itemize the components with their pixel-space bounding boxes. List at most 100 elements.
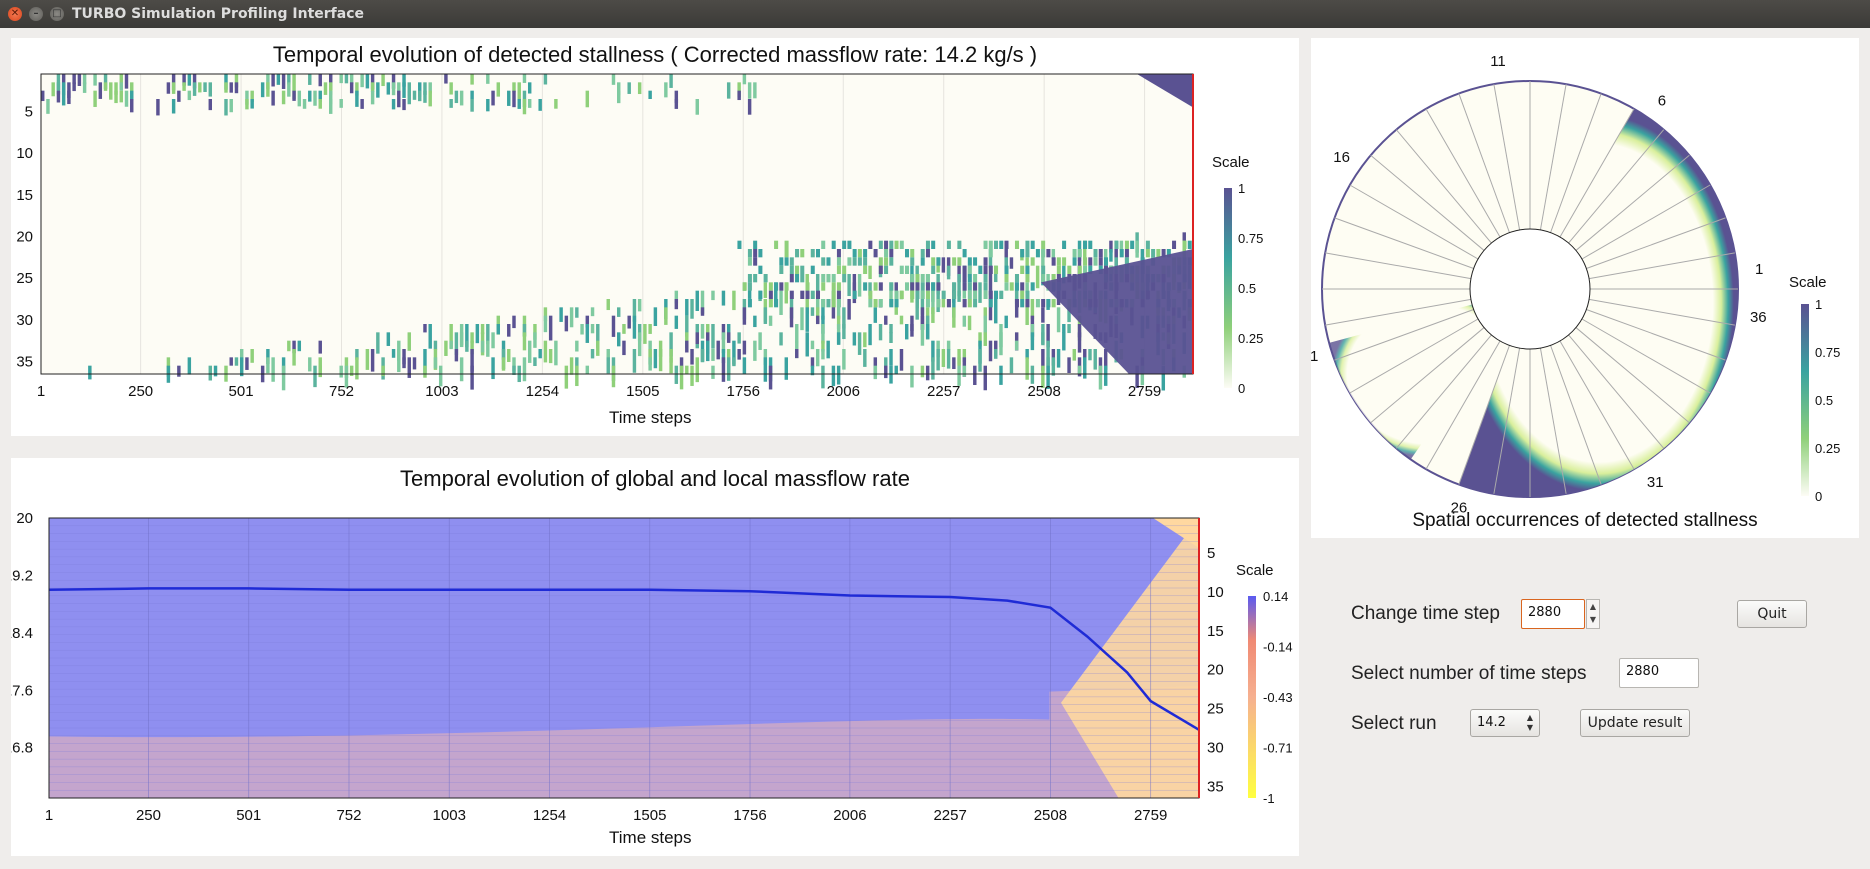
stall-cell <box>88 365 92 380</box>
massflow-x-axis-label: Time steps <box>609 828 692 847</box>
stall-cell <box>857 249 862 258</box>
stall-cell <box>1004 257 1008 266</box>
stall-cell <box>538 349 542 359</box>
stall-cell <box>491 90 495 106</box>
massflow-scale-tick: 0.14 <box>1263 589 1288 604</box>
stall-cell <box>1041 299 1046 308</box>
stall-cell <box>711 290 715 301</box>
num-time-steps-input[interactable]: 2880 <box>1619 658 1699 688</box>
stall-cell <box>355 90 359 107</box>
stall-cell <box>962 315 967 327</box>
stall-x-tick: 1254 <box>526 383 559 400</box>
stall-cell <box>281 90 286 105</box>
stall-cell <box>292 74 296 83</box>
stall-cell <box>187 74 192 86</box>
massflow-x-tick: 2508 <box>1034 807 1067 824</box>
stall-cell <box>878 265 883 274</box>
stall-cell <box>925 282 930 291</box>
stall-cell <box>648 90 652 100</box>
update-result-button[interactable]: Update result <box>1580 709 1690 737</box>
stall-cell <box>925 290 930 299</box>
stall-cell <box>580 324 584 335</box>
stall-cell <box>973 257 978 266</box>
stall-cell <box>491 357 495 380</box>
stall-cell <box>496 324 501 335</box>
minimize-window-button[interactable]: – <box>29 7 43 21</box>
stall-cell <box>1020 282 1025 291</box>
stall-cell <box>527 340 532 363</box>
spatial-chart-panel: 1611162126313610.750.50.250 Spatial occu… <box>1311 38 1859 538</box>
stall-cell <box>1067 265 1072 274</box>
stall-cell <box>983 240 988 249</box>
massflow-x-tick: 1254 <box>533 807 566 824</box>
stall-cell <box>224 82 228 93</box>
stall-cell <box>978 265 983 274</box>
stall-cell <box>962 274 967 283</box>
stall-cell <box>637 332 642 357</box>
time-step-spinner[interactable]: ▲ ▼ <box>1586 599 1600 629</box>
stall-cell <box>915 274 920 283</box>
stall-cell <box>753 257 758 266</box>
stall-cell <box>831 274 836 283</box>
run-select[interactable]: 14.2 ▲ ▼ <box>1470 709 1540 737</box>
stall-cell <box>318 365 322 377</box>
stall-cell <box>1014 282 1019 291</box>
stall-cell <box>842 349 846 370</box>
stall-cell <box>491 332 495 349</box>
spatial-scale-title: Scale <box>1789 274 1827 291</box>
stall-cell <box>690 349 694 365</box>
stall-cell <box>737 349 741 360</box>
stall-cell <box>449 340 453 350</box>
stall-cell <box>1124 240 1129 249</box>
stall-cell <box>318 74 322 87</box>
stall-cell <box>454 349 459 362</box>
stall-cell <box>423 324 427 333</box>
stall-cell <box>1009 257 1014 269</box>
stall-cell <box>952 282 957 291</box>
close-window-button[interactable]: ✕ <box>8 7 22 21</box>
stall-cell <box>627 82 631 94</box>
stall-cell <box>847 240 852 249</box>
stall-cell <box>1041 265 1046 274</box>
stall-cell <box>61 90 66 106</box>
stall-cell <box>695 99 699 115</box>
stall-cell <box>805 290 810 299</box>
stall-cell <box>941 299 946 308</box>
stall-cell <box>77 74 82 86</box>
stall-cell <box>842 240 847 249</box>
time-step-input[interactable]: 2880 <box>1521 599 1585 629</box>
stall-cell <box>1056 307 1061 333</box>
stall-cell <box>690 365 694 386</box>
stall-cell <box>449 82 453 95</box>
stall-cell <box>1004 240 1009 249</box>
quit-button[interactable]: Quit <box>1737 600 1807 628</box>
stall-cell <box>428 324 432 349</box>
stall-cell <box>952 290 957 299</box>
stall-cell <box>685 299 689 316</box>
stall-x-tick: 752 <box>329 383 354 400</box>
stall-x-tick: 2508 <box>1027 383 1060 400</box>
stall-cell <box>815 249 820 258</box>
stall-cell <box>967 265 972 274</box>
stall-cell <box>726 82 731 99</box>
stall-x-tick: 2006 <box>827 383 860 400</box>
stall-cell <box>795 349 799 359</box>
stall-cell <box>868 265 872 279</box>
stall-cell <box>1030 257 1035 266</box>
stall-cell <box>569 307 574 328</box>
massflow-y-right-tick: 10 <box>1207 584 1224 601</box>
stall-cell <box>1009 357 1014 374</box>
stall-cell <box>596 340 600 356</box>
stall-chart-panel: Temporal evolution of detected stallness… <box>11 38 1299 436</box>
stall-cell <box>349 82 354 94</box>
stall-cell <box>234 357 239 366</box>
stall-cell <box>397 90 401 108</box>
stall-cell <box>779 282 784 291</box>
stall-cell <box>1067 324 1071 334</box>
maximize-window-button[interactable]: □ <box>50 7 64 21</box>
stall-cell <box>952 357 956 370</box>
stall-cell <box>889 299 894 308</box>
stall-cell <box>82 82 87 93</box>
stall-cell <box>962 282 967 291</box>
stall-cell <box>287 82 291 97</box>
